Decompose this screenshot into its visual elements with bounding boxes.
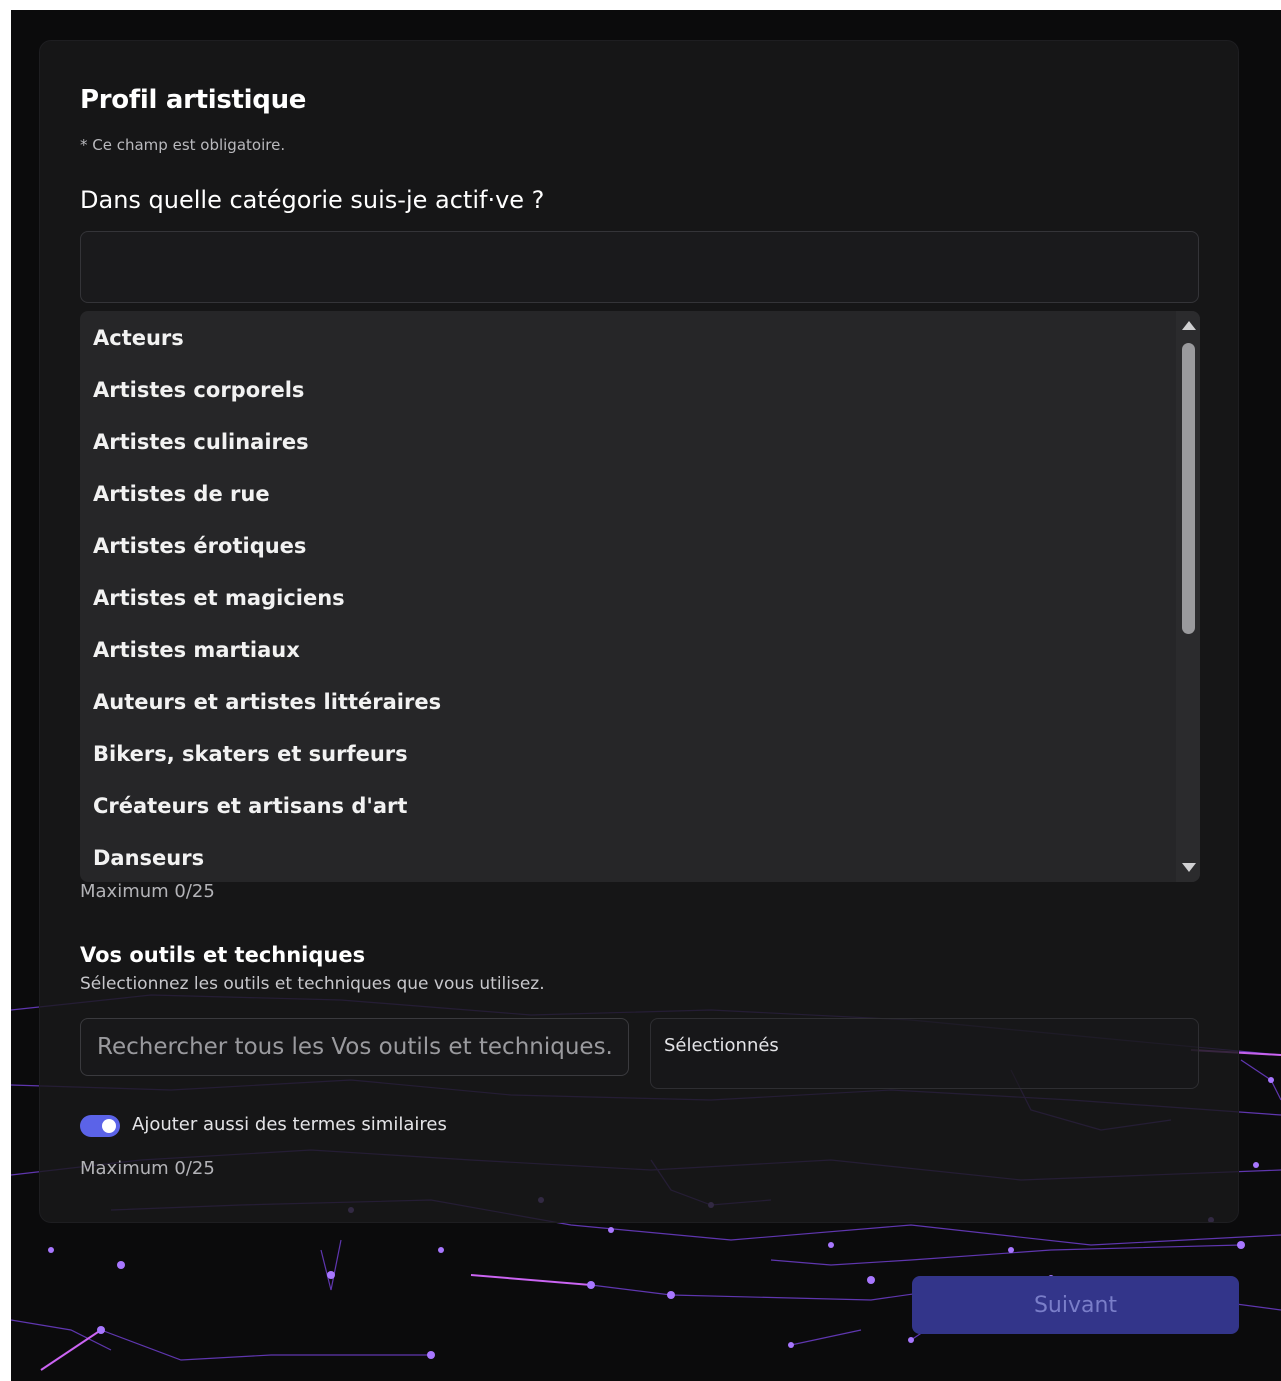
list-item[interactable]: Artistes de rue — [93, 482, 270, 506]
category-select-input[interactable] — [80, 231, 1199, 303]
tools-search-input[interactable] — [80, 1018, 629, 1076]
similar-terms-label: Ajouter aussi des termes similaires — [132, 1114, 447, 1135]
list-item[interactable]: Danseurs — [93, 846, 204, 870]
category-question: Dans quelle catégorie suis-je actif·ve ? — [80, 186, 545, 214]
required-field-note: * Ce champ est obligatoire. — [80, 136, 286, 154]
page-background: Profil artistique * Ce champ est obligat… — [11, 10, 1281, 1381]
selected-tools-box: Sélectionnés — [650, 1018, 1199, 1089]
list-item[interactable]: Créateurs et artisans d'art — [93, 794, 407, 818]
list-item[interactable]: Artistes érotiques — [93, 534, 306, 558]
listbox-scrollbar[interactable] — [1176, 311, 1200, 882]
next-button[interactable]: Suivant — [912, 1276, 1239, 1334]
list-item[interactable]: Bikers, skaters et surfeurs — [93, 742, 408, 766]
page-title: Profil artistique — [80, 85, 307, 115]
list-item[interactable]: Auteurs et artistes littéraires — [93, 690, 441, 714]
list-item[interactable]: Artistes martiaux — [93, 638, 300, 662]
category-listbox[interactable]: Acteurs Artistes corporels Artistes culi… — [80, 311, 1200, 882]
selected-tools-label: Sélectionnés — [664, 1035, 779, 1056]
profile-form-card: Profil artistique * Ce champ est obligat… — [39, 40, 1239, 1223]
list-item[interactable]: Artistes et magiciens — [93, 586, 345, 610]
scrollbar-thumb[interactable] — [1182, 343, 1195, 634]
scroll-down-arrow-icon[interactable] — [1182, 863, 1196, 872]
tools-section-description: Sélectionnez les outils et techniques qu… — [80, 974, 545, 994]
list-item[interactable]: Artistes culinaires — [93, 430, 309, 454]
list-item[interactable]: Artistes corporels — [93, 378, 304, 402]
tools-max-count: Maximum 0/25 — [80, 1158, 215, 1179]
list-item[interactable]: Acteurs — [93, 326, 184, 350]
tools-section-title: Vos outils et techniques — [80, 943, 366, 967]
category-max-count: Maximum 0/25 — [80, 881, 215, 902]
toggle-knob — [102, 1119, 116, 1133]
similar-terms-toggle[interactable] — [80, 1115, 120, 1137]
scroll-up-arrow-icon[interactable] — [1182, 321, 1196, 330]
